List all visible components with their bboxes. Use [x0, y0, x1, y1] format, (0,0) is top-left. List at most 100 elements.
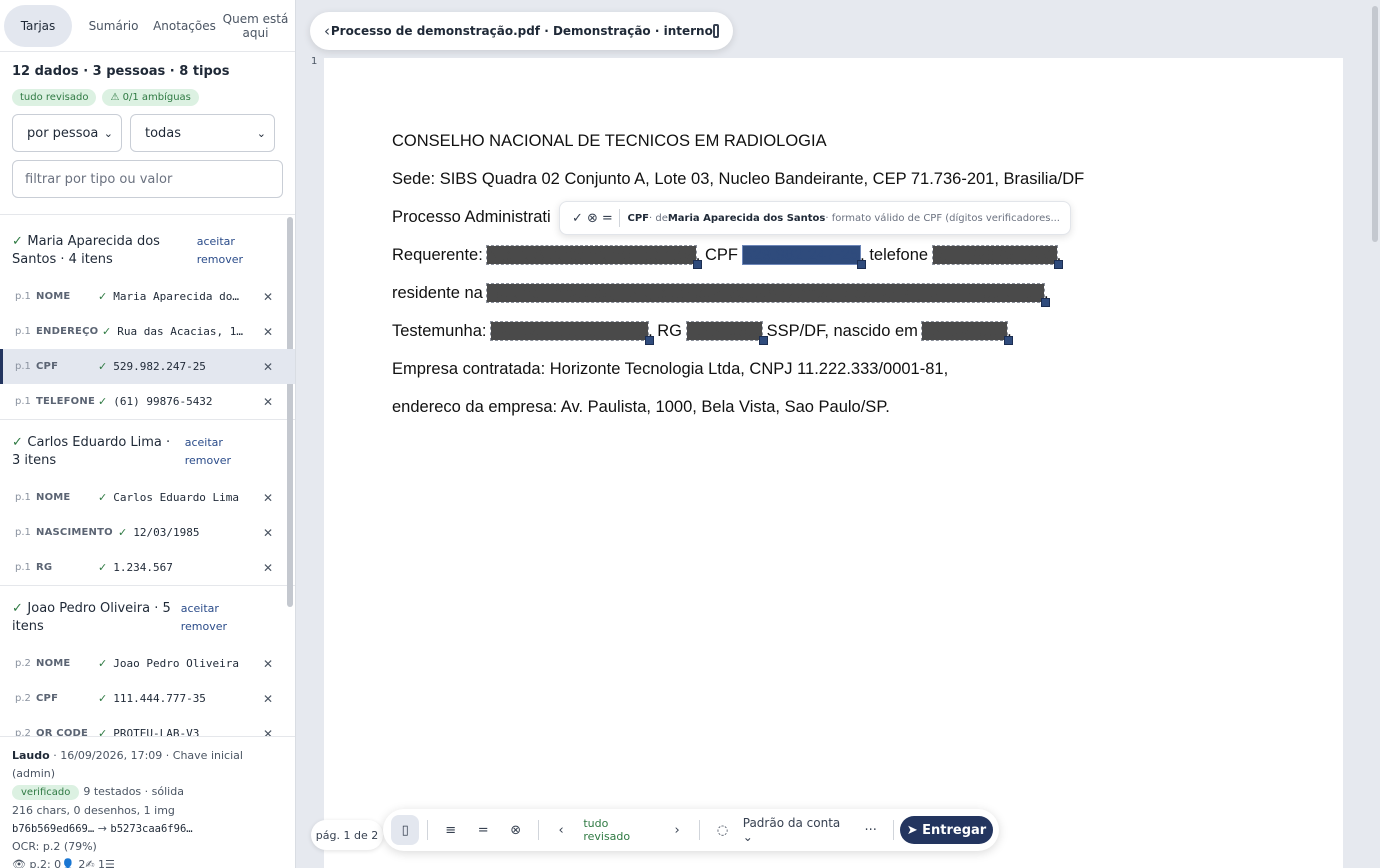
equals-icon[interactable]: = [600, 211, 615, 226]
report-status: verificado 9 testados · sólida [12, 783, 283, 802]
group-header: ✓ Carlos Eduardo Lima · 3 itens aceitar … [0, 420, 295, 480]
send-icon: ➤ [906, 822, 923, 838]
reject-icon[interactable]: ⊗ [585, 211, 600, 226]
close-icon[interactable]: ✕ [263, 692, 273, 706]
list-item[interactable]: p.2 QR CODE ✓ PROTEU-LAB-V3 ✕ [0, 716, 295, 737]
scope-select[interactable]: todas ⌄ [130, 114, 275, 152]
accept-link[interactable]: aceitar [185, 434, 231, 452]
doc-text: , CPF [695, 246, 743, 264]
summary-chips: tudo revisado ⚠ 0/1 ambíguas [12, 89, 283, 106]
check-icon: ✓ [98, 395, 108, 408]
text-lines-icon[interactable]: ≡ [436, 815, 464, 845]
check-icon: ✓ [98, 491, 108, 504]
item-type: QR CODE [36, 728, 89, 736]
remove-link[interactable]: remover [181, 618, 227, 636]
account-style-select[interactable]: Padrão da conta ⌄ [743, 816, 849, 844]
chevron-down-icon: ⌄ [103, 126, 113, 140]
doc-text: , telefone [860, 246, 933, 264]
group-header: ✓ Joao Pedro Oliveira · 5 itens aceitar … [0, 586, 295, 646]
redaction-phone[interactable]: (61) 99876-5432 [931, 245, 1058, 265]
tab-anotacoes[interactable]: Anotações [149, 5, 220, 47]
list-item[interactable]: p.1 NOME ✓ Carlos Eduardo Lima ✕ [0, 480, 295, 515]
list-item[interactable]: p.1 NASCIMENTO ✓ 12/03/1985 ✕ [0, 515, 295, 550]
item-value: 111.444.777-35 [113, 692, 206, 705]
item-value: 12/03/1985 [133, 526, 200, 539]
redaction-birthdate[interactable]: 12/03/1985 [921, 321, 1009, 341]
ambiguous-chip[interactable]: ⚠ 0/1 ambíguas [102, 89, 199, 106]
doc-line: Empresa contratada: Horizonte Tecnologia… [392, 360, 949, 378]
doc-line: Requerente: Maria Aparecida dos Santos, … [392, 245, 1084, 284]
remove-link[interactable]: remover [185, 452, 231, 470]
redaction-cpf-selected[interactable]: 529.982.247-25 [741, 245, 862, 265]
list-item[interactable]: p.1 NOME ✓ Maria Aparecida do… ✕ [0, 279, 295, 314]
close-icon[interactable]: ✕ [263, 727, 273, 737]
check-icon: ✓ [98, 692, 108, 705]
item-page: p.1 [15, 326, 31, 337]
list-item-selected[interactable]: p.1 CPF ✓ 529.982.247-25 ✕ [0, 349, 295, 384]
page-number: 1 [311, 56, 318, 67]
popover-person: Maria Aparecida dos Santos [667, 212, 826, 224]
tab-sumario[interactable]: Sumário [78, 5, 149, 47]
back-icon[interactable]: ‹ [324, 22, 331, 40]
page-indicator: pág. 1 de 2 [311, 820, 383, 850]
accept-icon[interactable]: ✓ [570, 211, 585, 226]
list-item[interactable]: p.1 TELEFONE ✓ (61) 99876-5432 ✕ [0, 384, 295, 419]
close-icon[interactable]: ✕ [263, 325, 273, 339]
group-actions: aceitar remover [197, 233, 243, 269]
close-icon[interactable]: ✕ [263, 526, 273, 540]
redaction-address[interactable]: Rua das Acacias, 120, apto 302, Aguas Cl… [486, 283, 1046, 303]
list-item[interactable]: p.2 CPF ✓ 111.444.777-35 ✕ [0, 681, 295, 716]
verified-badge: verificado [12, 785, 80, 800]
divider [699, 820, 701, 840]
deliver-button[interactable]: ➤ Entregar [899, 816, 993, 844]
item-page: p.1 [15, 361, 31, 372]
remove-link[interactable]: remover [197, 251, 243, 269]
doc-line: Testemunha: Carlos Eduardo Lima, RG 1.23… [392, 321, 1084, 360]
bottom-toolbar: ▯ ≡ = ⊗ ‹ tudo revisado › ◌ Padrão da co… [383, 809, 999, 851]
close-icon[interactable]: ✕ [263, 491, 273, 505]
redaction-name[interactable]: Carlos Eduardo Lima [490, 321, 650, 341]
redaction-name[interactable]: Maria Aparecida dos Santos [486, 245, 697, 265]
redact-bar-icon[interactable]: = [469, 815, 497, 845]
accept-link[interactable]: aceitar [181, 600, 227, 618]
item-type: NOME [36, 291, 71, 302]
item-page: p.1 [15, 527, 31, 538]
report-tests: 9 testados · sólida [83, 785, 184, 798]
accept-link[interactable]: aceitar [197, 233, 243, 251]
close-icon[interactable]: ✕ [263, 561, 273, 575]
fullscreen-icon[interactable] [712, 24, 719, 38]
group-name: Joao Pedro Oliveira · 5 itens [12, 601, 171, 634]
filter-input[interactable]: filtrar por tipo ou valor [12, 160, 283, 198]
report-stats: 216 chars, 0 desenhos, 1 img [12, 804, 175, 817]
group-title: ✓ Maria Aparecida dos Santos · 4 itens [12, 233, 197, 269]
redaction-rg[interactable]: 1.234.567 [685, 321, 763, 341]
report-counts: 👁 p.2: 0👤 2✍ 1☰ [12, 858, 115, 868]
list-item[interactable]: p.2 NOME ✓ Joao Pedro Oliveira ✕ [0, 646, 295, 681]
account-style-value: Padrão da conta [742, 816, 841, 830]
divider [427, 820, 429, 840]
item-type: RG [36, 562, 53, 573]
group-by-select[interactable]: por pessoa ⌄ [12, 114, 122, 152]
document-text: CONSELHO NACIONAL DE TECNICOS EM RADIOLO… [392, 132, 1084, 436]
check-icon: ✓ [98, 727, 108, 736]
deliver-label: Entregar [922, 822, 987, 838]
close-icon[interactable]: ✕ [263, 290, 273, 304]
item-page: p.1 [15, 492, 31, 503]
tab-tarjas[interactable]: Tarjas [4, 4, 72, 47]
close-icon[interactable]: ✕ [263, 360, 273, 374]
chevron-right-icon[interactable]: › [663, 815, 691, 845]
more-icon[interactable]: ··· [857, 815, 885, 845]
list-item[interactable]: p.1 RG ✓ 1.234.567 ✕ [0, 550, 295, 585]
viewer-scrollbar[interactable] [1372, 6, 1378, 242]
item-value: Joao Pedro Oliveira [113, 657, 240, 670]
tab-quem-esta-aqui[interactable]: Quem está aqui [220, 5, 291, 47]
chevron-left-icon[interactable]: ‹ [547, 815, 575, 845]
group-header: ✓ Maria Aparecida dos Santos · 4 itens a… [0, 215, 295, 279]
close-icon[interactable]: ✕ [263, 657, 273, 671]
item-type: NOME [36, 492, 71, 503]
reject-icon[interactable]: ⊗ [501, 815, 529, 845]
list-item[interactable]: p.1 ENDEREÇO ✓ Rua das Acacias, 1… ✕ [0, 314, 295, 349]
close-icon[interactable]: ✕ [263, 395, 273, 409]
check-icon: ✓ [12, 601, 28, 616]
sidebar-toggle-icon[interactable]: ▯ [391, 815, 420, 845]
